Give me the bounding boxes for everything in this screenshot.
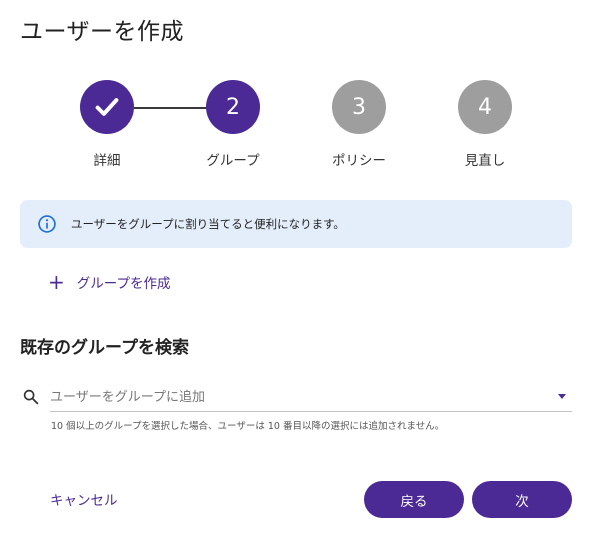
info-text: ユーザーをグループに割り当てると便利になります。 [71,217,345,231]
create-group-label: グループを作成 [76,276,171,292]
chevron-down-icon[interactable] [558,394,566,399]
step-number-circle: 3 [332,80,386,134]
group-search [20,382,572,412]
info-banner: ユーザーをグループに割り当てると便利になります。 [20,200,572,248]
step-review[interactable]: 4 見直し [440,80,530,169]
step-label-groups: グループ [206,153,260,169]
section-title: 既存のグループを検索 [20,338,189,358]
plus-icon: + [48,270,65,294]
create-group-button[interactable]: + グループを作成 [48,270,170,294]
step-number-circle: 4 [458,80,512,134]
step-number-circle: 2 [206,80,260,134]
step-completed-circle [80,80,134,134]
step-label-review: 見直し [464,153,506,169]
search-icon [23,389,39,405]
next-button[interactable]: 次 [472,481,572,518]
search-field[interactable] [50,382,572,412]
search-input[interactable] [50,386,540,408]
step-details[interactable]: 詳細 [62,80,152,169]
info-icon [38,215,56,233]
page-title: ユーザーを作成 [20,19,185,45]
step-label-details: 詳細 [93,153,121,169]
step-label-policies: ポリシー [332,153,386,169]
cancel-button[interactable]: キャンセル [50,487,118,511]
step-groups[interactable]: 2 グループ [188,80,278,169]
check-icon [95,98,119,116]
stepper: 詳細 2 グループ 3 ポリシー 4 見直し [0,80,592,170]
step-policies[interactable]: 3 ポリシー [314,80,404,169]
back-button[interactable]: 戻る [364,481,464,518]
helper-text: 10 個以上のグループを選択した場合、ユーザーは 10 番目以降の選択には追加さ… [51,421,445,432]
